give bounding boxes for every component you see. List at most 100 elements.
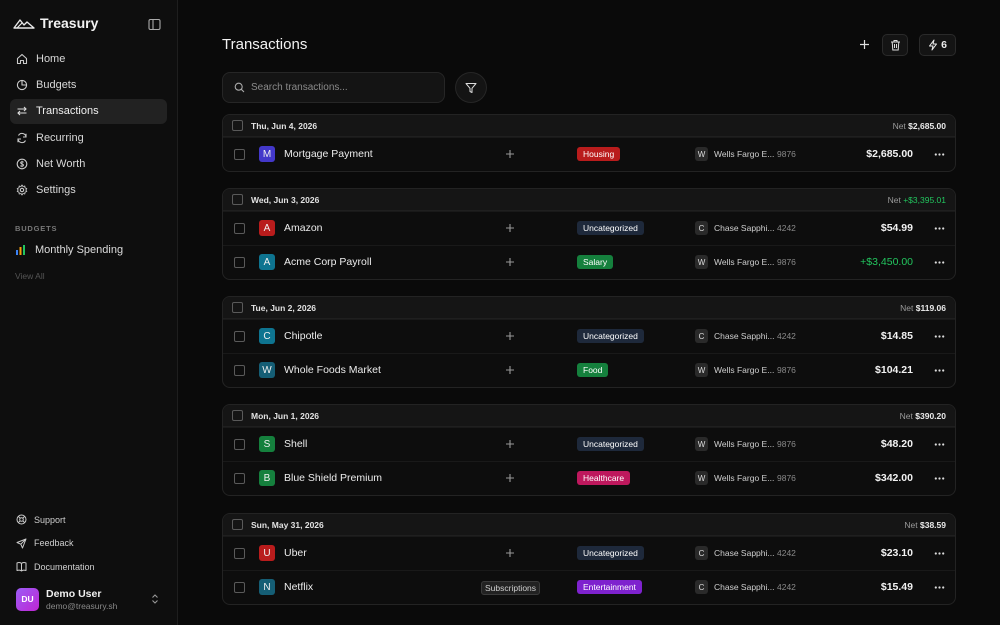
plus-icon[interactable] <box>505 439 515 449</box>
plus-icon[interactable] <box>505 223 515 233</box>
user-info: Demo User demo@treasury.sh <box>46 588 117 611</box>
plus-icon[interactable] <box>505 331 515 341</box>
account-mask: 9876 <box>777 473 796 483</box>
merchant-name[interactable]: Chipotle <box>284 330 323 342</box>
plus-icon[interactable] <box>505 548 515 558</box>
nav-item-recurring[interactable]: Recurring <box>10 125 167 150</box>
brand[interactable]: Treasury <box>13 15 98 31</box>
footer-item-feedback[interactable]: Feedback <box>16 532 166 556</box>
search-input[interactable] <box>251 82 431 93</box>
budget-item-monthly-spending[interactable]: Monthly Spending <box>15 244 123 256</box>
more-options-icon[interactable] <box>934 150 945 159</box>
category-badge[interactable]: Uncategorized <box>577 546 644 560</box>
plus-icon[interactable] <box>505 149 515 159</box>
view-all-link[interactable]: View All <box>15 271 45 281</box>
category-badge[interactable]: Food <box>577 363 609 377</box>
more-options-icon[interactable] <box>934 549 945 558</box>
group-select-checkbox[interactable] <box>232 120 243 131</box>
merchant-name[interactable]: Netflix <box>284 581 313 593</box>
merchant-name[interactable]: Whole Foods Market <box>284 364 381 376</box>
table-row[interactable]: A Acme Corp Payroll Salary W Wells Fargo E..… <box>223 245 955 279</box>
row-select-checkbox[interactable] <box>234 439 245 450</box>
table-row[interactable]: N Netflix Subscriptions Entertainment C Chase… <box>223 570 955 604</box>
row-select-checkbox[interactable] <box>234 365 245 376</box>
more-options-icon[interactable] <box>934 224 945 233</box>
category-badge[interactable]: Uncategorized <box>577 329 644 343</box>
nav-item-home[interactable]: Home <box>10 46 167 71</box>
more-options-icon[interactable] <box>934 366 945 375</box>
group-select-checkbox[interactable] <box>232 519 243 530</box>
search-box[interactable] <box>222 72 445 103</box>
row-select-checkbox[interactable] <box>234 257 245 268</box>
merchant-name[interactable]: Shell <box>284 438 307 450</box>
transaction-amount: $104.21 <box>875 364 913 376</box>
merchant-name[interactable]: Uber <box>284 547 307 559</box>
table-row[interactable]: W Whole Foods Market Food W Wells Fargo E...… <box>223 353 955 387</box>
more-options-icon[interactable] <box>934 332 945 341</box>
table-row[interactable]: M Mortgage Payment Housing W Wells Fargo E..… <box>223 137 955 171</box>
net-label: Net <box>887 195 901 205</box>
user-menu[interactable]: DU Demo User demo@treasury.sh <box>16 586 166 612</box>
footer-item-support[interactable]: Support <box>16 508 166 532</box>
footer-item-documentation[interactable]: Documentation <box>16 555 166 579</box>
row-select-checkbox[interactable] <box>234 473 245 484</box>
category-badge[interactable]: Housing <box>577 147 621 161</box>
plus-icon[interactable] <box>505 365 515 375</box>
account-avatar: W <box>695 147 708 161</box>
table-row[interactable]: B Blue Shield Premium Healthcare W Wells Far… <box>223 461 955 495</box>
net-label: Net <box>904 520 918 530</box>
group-select-checkbox[interactable] <box>232 410 243 421</box>
category-badge[interactable]: Uncategorized <box>577 221 644 235</box>
account-mask: 9876 <box>777 257 796 267</box>
row-select-checkbox[interactable] <box>234 331 245 342</box>
more-options-icon[interactable] <box>934 440 945 449</box>
row-select-checkbox[interactable] <box>234 548 245 559</box>
account-mask: 4242 <box>777 331 796 341</box>
merchant-name[interactable]: Blue Shield Premium <box>284 472 382 484</box>
merchant-name[interactable]: Mortgage Payment <box>284 148 373 160</box>
category-badge[interactable]: Entertainment <box>577 580 642 594</box>
sidebar-toggle-icon[interactable] <box>148 18 161 31</box>
net-amount: $390.20 <box>915 411 946 421</box>
plus-icon[interactable] <box>505 473 515 483</box>
nav-item-transactions[interactable]: Transactions <box>10 98 167 124</box>
transaction-group: Mon, Jun 1, 2026 Net $390.20 S Shell Uncateg… <box>222 404 956 496</box>
category-badge[interactable]: Healthcare <box>577 471 631 485</box>
plus-icon[interactable] <box>505 257 515 267</box>
group-select-checkbox[interactable] <box>232 302 243 313</box>
group-net: Net $38.59 <box>904 520 946 530</box>
row-select-checkbox[interactable] <box>234 149 245 160</box>
delete-button[interactable] <box>882 34 908 56</box>
nav-item-settings[interactable]: Settings <box>10 178 167 203</box>
more-options-icon[interactable] <box>934 258 945 267</box>
recurring-tag[interactable]: Subscriptions <box>481 581 541 595</box>
table-row[interactable]: A Amazon Uncategorized C Chase Sapphi... 4242… <box>223 211 955 245</box>
table-row[interactable]: C Chipotle Uncategorized C Chase Sapphi... 42… <box>223 319 955 353</box>
nav-item-net-worth[interactable]: Net Worth <box>10 152 167 177</box>
group-header: Wed, Jun 3, 2026 Net +$3,395.01 <box>223 189 955 211</box>
group-date: Tue, Jun 2, 2026 <box>251 303 317 313</box>
transaction-group: Thu, Jun 4, 2026 Net $2,685.00 M Mortgage P… <box>222 114 956 172</box>
merchant-avatar: C <box>259 328 275 344</box>
nav-item-budgets[interactable]: Budgets <box>10 72 167 97</box>
account-name: Chase Sapphi... <box>714 548 775 558</box>
account-mask: 4242 <box>777 582 796 592</box>
row-select-checkbox[interactable] <box>234 223 245 234</box>
table-row[interactable]: U Uber Uncategorized C Chase Sapphi... 4242 $2… <box>223 536 955 570</box>
category-badge[interactable]: Salary <box>577 255 614 269</box>
account-name: Chase Sapphi... <box>714 223 775 233</box>
more-options-icon[interactable] <box>934 583 945 592</box>
table-row[interactable]: S Shell Uncategorized W Wells Fargo E... 9876… <box>223 427 955 461</box>
budget-item-label: Monthly Spending <box>35 244 124 256</box>
add-transaction-button[interactable] <box>856 36 872 52</box>
filter-button[interactable] <box>455 72 487 103</box>
merchant-name[interactable]: Acme Corp Payroll <box>284 256 372 268</box>
net-amount: $119.06 <box>915 303 946 313</box>
row-select-checkbox[interactable] <box>234 582 245 593</box>
merchant-name[interactable]: Amazon <box>284 222 323 234</box>
category-badge[interactable]: Uncategorized <box>577 437 644 451</box>
account-avatar: W <box>695 471 708 485</box>
more-options-icon[interactable] <box>934 474 945 483</box>
rules-button[interactable]: 6 <box>919 34 956 56</box>
group-select-checkbox[interactable] <box>232 194 243 205</box>
